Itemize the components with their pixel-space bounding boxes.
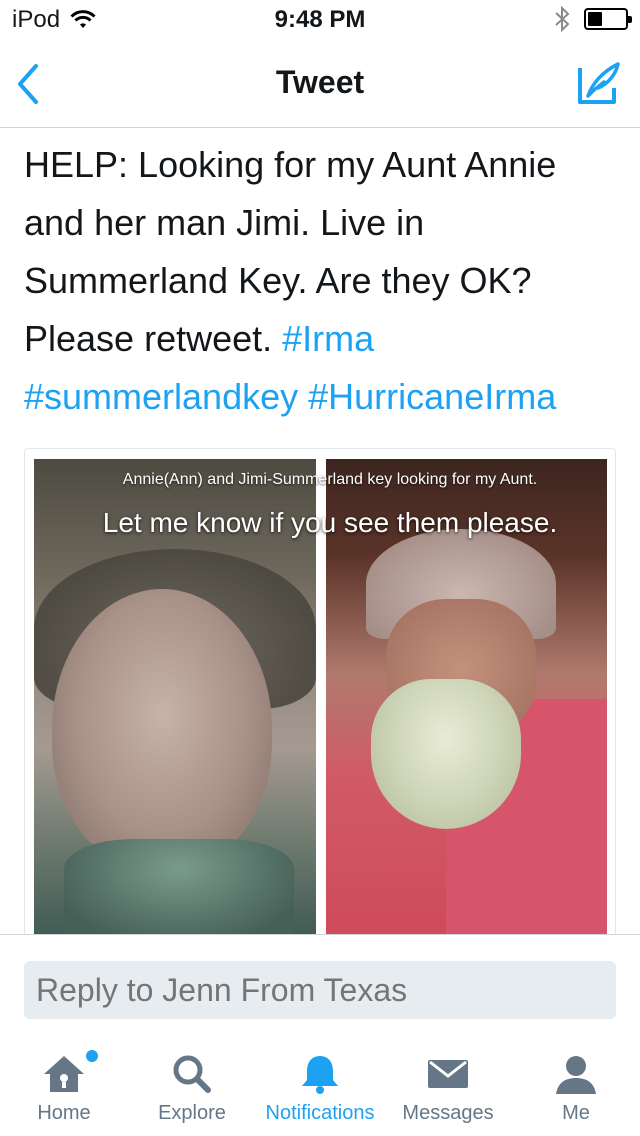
tab-label: Notifications bbox=[265, 1102, 375, 1124]
tab-label: Me bbox=[562, 1102, 590, 1124]
bluetooth-icon bbox=[555, 6, 570, 32]
status-right bbox=[554, 6, 632, 32]
tweet-text: HELP: Looking for my Aunt Annie and her … bbox=[24, 136, 624, 426]
media-caption-line1: Annie(Ann) and Jimi-Summerland key looki… bbox=[122, 471, 538, 488]
home-icon bbox=[40, 1052, 88, 1096]
search-icon bbox=[168, 1052, 216, 1096]
tab-messages[interactable]: Messages bbox=[384, 1034, 512, 1136]
tweet-media[interactable]: Annie(Ann) and Jimi-Summerland key looki… bbox=[24, 448, 616, 948]
photo-detail bbox=[52, 589, 272, 869]
compose-icon bbox=[578, 62, 620, 104]
battery-icon bbox=[584, 8, 632, 30]
tab-explore[interactable]: Explore bbox=[128, 1034, 256, 1136]
reply-area bbox=[0, 934, 640, 1034]
photo-detail bbox=[371, 679, 521, 829]
tab-me[interactable]: Me bbox=[512, 1034, 640, 1136]
battery-level bbox=[588, 12, 603, 26]
status-time: 9:48 PM bbox=[274, 6, 366, 33]
person-icon bbox=[552, 1052, 600, 1096]
photo-detail bbox=[64, 839, 294, 939]
unread-dot bbox=[86, 1050, 98, 1062]
compose-button[interactable] bbox=[574, 60, 622, 108]
page-title: Tweet bbox=[275, 64, 365, 100]
status-bar: iPod 9:48 PM bbox=[0, 0, 640, 40]
hashtag-link[interactable]: #Irma bbox=[282, 318, 374, 359]
hashtag-link[interactable]: #HurricaneIrma bbox=[308, 376, 556, 417]
envelope-icon bbox=[424, 1052, 472, 1096]
reply-input[interactable] bbox=[24, 961, 616, 1019]
tab-label: Explore bbox=[158, 1102, 226, 1124]
nav-bar: Tweet bbox=[0, 40, 640, 128]
media-caption-line2: Let me know if you see them please. bbox=[102, 507, 558, 538]
tab-label: Messages bbox=[402, 1102, 494, 1124]
tab-notifications[interactable]: Notifications bbox=[256, 1034, 384, 1136]
tab-label: Home bbox=[37, 1102, 91, 1124]
hashtag-link[interactable]: #summerlandkey bbox=[24, 376, 298, 417]
tab-home[interactable]: Home bbox=[0, 1034, 128, 1136]
bell-icon bbox=[296, 1052, 344, 1096]
tab-bar: Home Explore Notifications Messages Me bbox=[0, 1034, 640, 1136]
